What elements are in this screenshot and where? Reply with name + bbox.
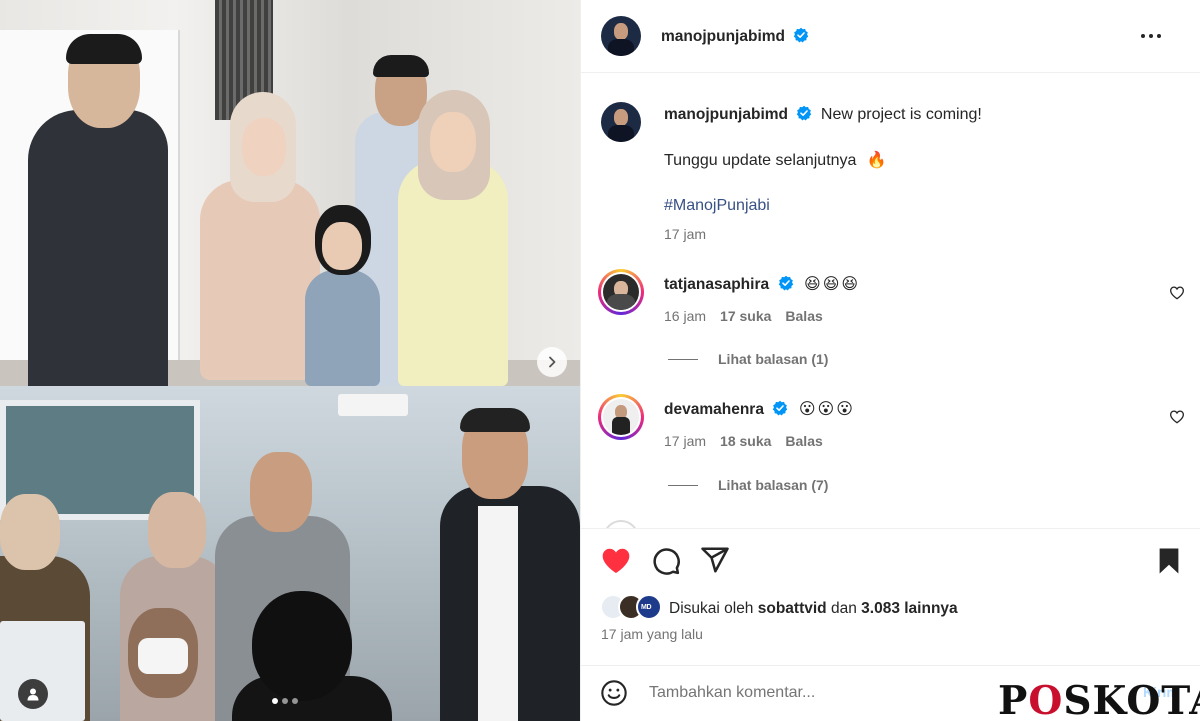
fire-emoji: 🔥 bbox=[866, 152, 887, 169]
caption-time: 17 jam bbox=[664, 226, 707, 242]
comment-avatar-partial bbox=[603, 520, 639, 528]
author-name-row: manojpunjabimd bbox=[661, 27, 809, 46]
comment-bubble-icon[interactable] bbox=[651, 546, 681, 576]
caption-avatar[interactable] bbox=[601, 102, 641, 142]
comment-text: 😮😮😮 bbox=[798, 401, 855, 418]
comment-avatar-ring[interactable] bbox=[598, 394, 644, 440]
post-media[interactable] bbox=[0, 0, 580, 721]
verified-badge-icon bbox=[797, 105, 812, 121]
caption-hashtag-link[interactable]: #ManojPunjabi bbox=[664, 197, 770, 214]
liked-by-user-link[interactable]: sobattvid bbox=[758, 600, 827, 617]
emoji-smiley-icon[interactable] bbox=[600, 679, 628, 707]
comment-time: 16 jam bbox=[664, 308, 707, 324]
comment-likes[interactable]: 17 suka bbox=[720, 308, 771, 324]
more-horizontal-icon bbox=[1141, 34, 1161, 38]
verified-badge-icon bbox=[794, 27, 809, 43]
liked-by-prefix: Disukai oleh bbox=[669, 600, 754, 617]
verified-badge-icon bbox=[773, 400, 788, 416]
poskota-watermark-logo: POSKOTA bbox=[998, 678, 1200, 721]
comment-reply-button[interactable]: Balas bbox=[785, 433, 822, 449]
comment-username[interactable]: tatjanasaphira bbox=[664, 276, 769, 293]
comment-reply-button[interactable]: Balas bbox=[785, 308, 822, 324]
comment-line: devamahenra 😮😮😮 bbox=[664, 400, 855, 420]
bookmark-saved-icon[interactable] bbox=[1154, 546, 1184, 576]
comment-avatar-ring[interactable] bbox=[598, 269, 644, 315]
comment-username[interactable]: devamahenra bbox=[664, 401, 764, 418]
author-username[interactable]: manojpunjabimd bbox=[661, 28, 785, 45]
carousel-indicator bbox=[272, 698, 298, 704]
comment-meta: 17 jam 18 suka Balas bbox=[664, 433, 823, 449]
view-replies-button[interactable]: Lihat balasan (7) bbox=[718, 477, 828, 493]
photo-office-scene bbox=[0, 386, 580, 721]
caption-first-line: manojpunjabimd New project is coming! bbox=[664, 105, 1184, 125]
caption-text-line1: New project is coming! bbox=[820, 106, 982, 123]
carousel-dot-3 bbox=[292, 698, 298, 704]
chevron-right-icon bbox=[549, 356, 556, 368]
caption-username[interactable]: manojpunjabimd bbox=[664, 106, 788, 123]
post-header: manojpunjabimd bbox=[581, 0, 1200, 73]
comment-line: tatjanasaphira 😆😆😆 bbox=[664, 275, 860, 295]
view-replies-button[interactable]: Lihat balasan (1) bbox=[718, 351, 828, 367]
comment-avatar bbox=[603, 274, 639, 310]
carousel-dot-2 bbox=[282, 698, 288, 704]
liker-avatar: MD bbox=[636, 594, 662, 620]
liked-by-text: Disukai oleh sobattvid dan 3.083 lainnya bbox=[669, 600, 958, 618]
post-details-panel: manojpunjabimd manojpunjabimd New projec… bbox=[580, 0, 1200, 721]
carousel-next-button[interactable] bbox=[537, 347, 567, 377]
caption-text-line2: Tunggu update selanjutnya bbox=[664, 152, 857, 169]
comment-like-heart-icon[interactable] bbox=[1169, 285, 1185, 301]
comment-likes[interactable]: 18 suka bbox=[720, 433, 771, 449]
like-heart-icon[interactable] bbox=[600, 545, 632, 577]
carousel-dot-1 bbox=[272, 698, 278, 704]
comment-text: 😆😆😆 bbox=[804, 276, 861, 293]
comment-like-heart-icon[interactable] bbox=[1169, 409, 1185, 425]
liked-by-connector: dan bbox=[830, 600, 857, 617]
verified-badge-icon bbox=[778, 275, 793, 291]
user-icon bbox=[27, 688, 39, 701]
comment-meta: 16 jam 17 suka Balas bbox=[664, 308, 823, 324]
more-options-button[interactable] bbox=[1139, 26, 1169, 46]
liked-by-avatars[interactable]: MD bbox=[600, 594, 670, 622]
liked-by-others-link[interactable]: 3.083 lainnya bbox=[861, 600, 958, 617]
author-avatar[interactable] bbox=[601, 16, 641, 56]
share-send-icon[interactable] bbox=[700, 545, 730, 575]
comment-avatar bbox=[603, 399, 639, 435]
caption-second-line: Tunggu update selanjutnya 🔥 bbox=[664, 151, 887, 171]
photo-studio-scene bbox=[0, 0, 580, 386]
comment-time: 17 jam bbox=[664, 433, 707, 449]
tagged-users-button[interactable] bbox=[18, 679, 48, 709]
post-timestamp[interactable]: 17 jam yang lalu bbox=[601, 626, 703, 642]
